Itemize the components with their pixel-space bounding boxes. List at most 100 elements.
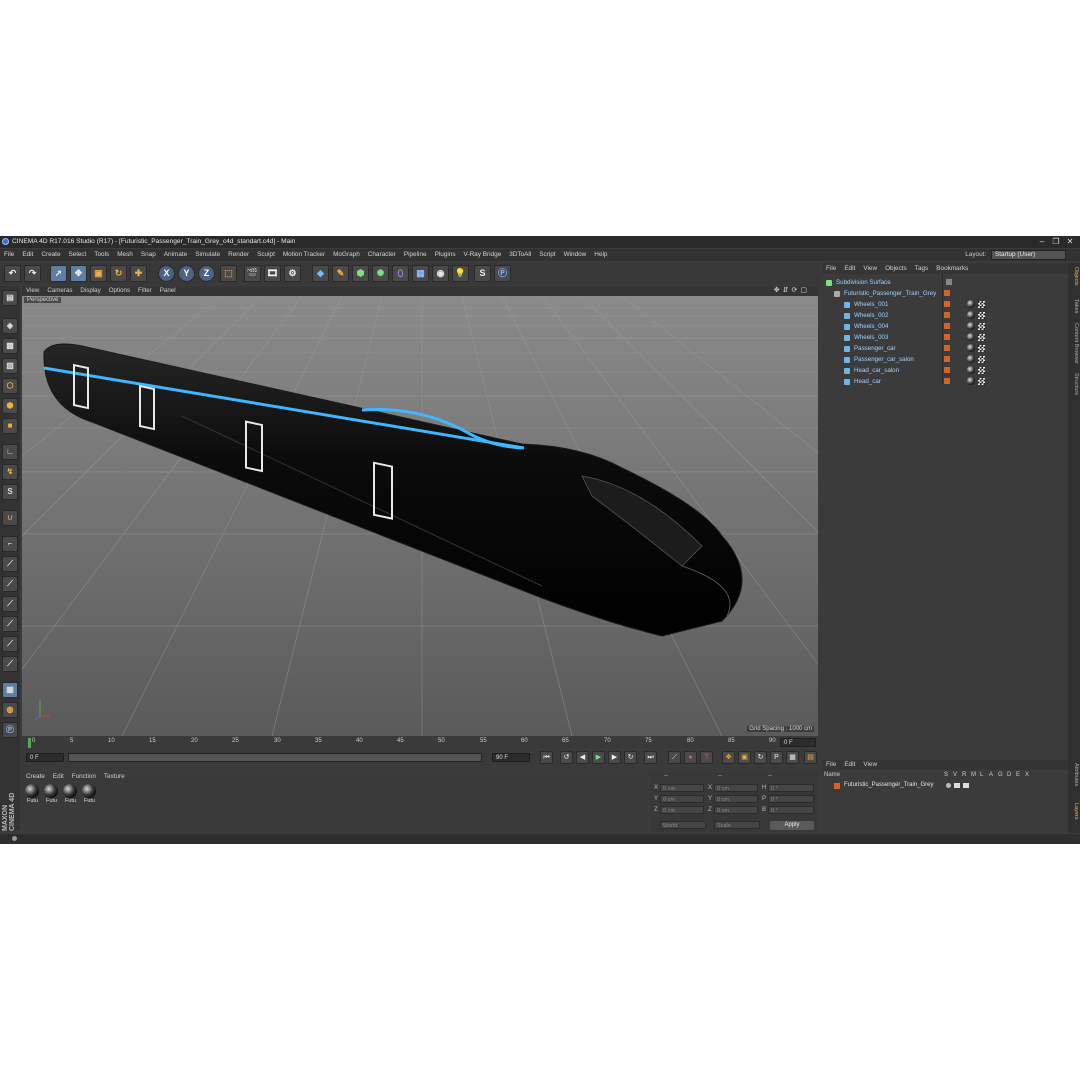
material-menu-create[interactable]: Create bbox=[22, 772, 49, 782]
object-row[interactable]: Futuristic_Passenger_Train_Grey bbox=[822, 288, 1068, 299]
layer-color-swatch[interactable] bbox=[944, 312, 950, 318]
layer-solo-icon[interactable] bbox=[946, 783, 951, 788]
uvw-tag-icon[interactable] bbox=[978, 367, 985, 374]
material-tag-icon[interactable] bbox=[967, 311, 975, 319]
object-menu-bookmarks[interactable]: Bookmarks bbox=[932, 263, 972, 274]
material-tag-icon[interactable] bbox=[967, 366, 975, 374]
material-menu-texture[interactable]: Texture bbox=[100, 772, 129, 782]
object-row[interactable]: Wheels_004 bbox=[822, 321, 1068, 332]
uvw-tag-icon[interactable] bbox=[978, 334, 985, 341]
uvw-tag-icon[interactable] bbox=[978, 301, 985, 308]
layer-menu-view[interactable]: View bbox=[859, 760, 881, 770]
autokey-icon[interactable]: ? bbox=[700, 751, 713, 764]
menu-snap[interactable]: Snap bbox=[137, 249, 160, 261]
model-mode-icon[interactable]: ◈ bbox=[2, 318, 18, 334]
points-mode-icon[interactable]: ⬡ bbox=[2, 378, 18, 394]
go-to-start-icon[interactable]: ⏮ bbox=[540, 751, 553, 764]
layer-color-swatch[interactable] bbox=[944, 356, 950, 362]
viewport-3d-scene[interactable] bbox=[22, 296, 818, 736]
camera-label[interactable]: Perspective bbox=[24, 297, 62, 303]
z-axis-lock-button[interactable]: Z bbox=[198, 265, 215, 282]
viewport-menu-display[interactable]: Display bbox=[76, 286, 104, 296]
object-menu-tags[interactable]: Tags bbox=[911, 263, 933, 274]
axis-mode-icon[interactable]: ∟ bbox=[2, 444, 18, 460]
rotate-tool-icon[interactable]: ↻ bbox=[110, 265, 127, 282]
layer-color-swatch[interactable] bbox=[944, 301, 950, 307]
material-tag-icon[interactable] bbox=[967, 300, 975, 308]
layer-color-swatch[interactable] bbox=[944, 378, 950, 384]
subdivision-surface-icon[interactable]: ⬢ bbox=[352, 265, 369, 282]
layer-color-swatch[interactable] bbox=[944, 367, 950, 373]
pen-spline-icon[interactable]: ✎ bbox=[332, 265, 349, 282]
tab-layers[interactable]: Layers bbox=[1069, 803, 1079, 820]
size-mode-dropdown[interactable]: Scale bbox=[714, 821, 760, 829]
menu-simulate[interactable]: Simulate bbox=[191, 249, 224, 261]
menu-render[interactable]: Render bbox=[224, 249, 253, 261]
object-menu-edit[interactable]: Edit bbox=[840, 263, 859, 274]
layer-render-icon[interactable] bbox=[963, 783, 969, 788]
tab-content-browser[interactable]: Content Browser bbox=[1069, 323, 1079, 364]
tab-objects[interactable]: Objects bbox=[1069, 267, 1079, 286]
sculpt-tool-3-icon[interactable]: ⟋ bbox=[2, 596, 18, 612]
polygons-mode-icon[interactable]: ■ bbox=[2, 418, 18, 434]
menu-window[interactable]: Window bbox=[560, 249, 591, 261]
layer-color-swatch[interactable] bbox=[944, 334, 950, 340]
menu-mograph[interactable]: MoGraph bbox=[329, 249, 364, 261]
uvw-tag-icon[interactable] bbox=[978, 378, 985, 385]
menu-plugins[interactable]: Plugins bbox=[431, 249, 460, 261]
tab-takes[interactable]: Takes bbox=[1069, 299, 1079, 313]
material-swatch[interactable]: Futu bbox=[62, 784, 79, 806]
deformer-icon[interactable]: ⬯ bbox=[392, 265, 409, 282]
menu-character[interactable]: Character bbox=[364, 249, 400, 261]
play-forward-icon[interactable]: ▶ bbox=[592, 751, 605, 764]
menu-edit[interactable]: Edit bbox=[18, 249, 37, 261]
size-x-field[interactable]: 0 cm bbox=[714, 784, 758, 792]
floor-icon[interactable]: ▦ bbox=[412, 265, 429, 282]
material-tag-icon[interactable] bbox=[967, 377, 975, 385]
coordinate-mode-dropdown[interactable]: World bbox=[660, 821, 706, 829]
magnet-icon[interactable]: ∪ bbox=[2, 510, 18, 526]
menu-tools[interactable]: Tools bbox=[90, 249, 113, 261]
menu-3dtoall[interactable]: 3DToAll bbox=[505, 249, 535, 261]
render-picture-viewer-icon[interactable]: 🎞 bbox=[264, 265, 281, 282]
material-menu-edit[interactable]: Edit bbox=[49, 772, 68, 782]
sculpt-tool-6-icon[interactable]: ⟋ bbox=[2, 656, 18, 672]
sculpt-tool-2-icon[interactable]: ⟋ bbox=[2, 576, 18, 592]
frame-range-slider[interactable] bbox=[68, 753, 482, 762]
layer-visible-icon[interactable] bbox=[954, 783, 960, 788]
visibility-toggle[interactable] bbox=[946, 279, 952, 285]
key-param-icon[interactable]: P bbox=[770, 751, 783, 764]
timeline-ruler[interactable]: 0 5 10 15 20 25 30 35 40 45 50 55 60 65 … bbox=[22, 738, 818, 748]
material-tag-icon[interactable] bbox=[967, 333, 975, 341]
undo-icon[interactable]: ↶ bbox=[4, 265, 21, 282]
previous-key-icon[interactable]: ↺ bbox=[560, 751, 573, 764]
rotation-p-field[interactable]: 0 ° bbox=[768, 795, 814, 803]
current-frame-field[interactable]: 0 F bbox=[780, 738, 816, 747]
playhead[interactable] bbox=[28, 738, 31, 748]
size-z-field[interactable]: 0 cm bbox=[714, 806, 758, 814]
record-active-icon[interactable]: ● bbox=[684, 751, 697, 764]
menu-script[interactable]: Script bbox=[535, 249, 559, 261]
make-editable-icon[interactable]: ▤ bbox=[2, 290, 18, 306]
redo-icon[interactable]: ↷ bbox=[24, 265, 41, 282]
layer-menu-edit[interactable]: Edit bbox=[840, 760, 859, 770]
viewport-menu-cameras[interactable]: Cameras bbox=[43, 286, 76, 296]
tweak-mode-icon[interactable]: ↯ bbox=[2, 464, 18, 480]
python-icon[interactable]: Ⓟ bbox=[494, 265, 511, 282]
next-frame-icon[interactable]: ▶ bbox=[608, 751, 621, 764]
object-row[interactable]: Passenger_car bbox=[822, 343, 1068, 354]
camera-icon[interactable]: ◉ bbox=[432, 265, 449, 282]
grid-toggle-icon[interactable]: ▦ bbox=[2, 682, 18, 698]
key-scale-icon[interactable]: ▣ bbox=[738, 751, 751, 764]
next-key-icon[interactable]: ↻ bbox=[624, 751, 637, 764]
coordinate-system-icon[interactable]: ⬚ bbox=[220, 265, 237, 282]
uvw-tag-icon[interactable] bbox=[978, 356, 985, 363]
brush-tool-icon[interactable]: ⌐ bbox=[2, 536, 18, 552]
viewport-panel[interactable]: View Cameras Display Options Filter Panel ✥⇵⟳… bbox=[22, 286, 818, 736]
cube-primitive-icon[interactable]: ◆ bbox=[312, 265, 329, 282]
material-menu-function[interactable]: Function bbox=[68, 772, 100, 782]
position-x-field[interactable]: 0 cm bbox=[660, 784, 704, 792]
material-swatch[interactable]: Futu bbox=[24, 784, 41, 806]
uvw-tag-icon[interactable] bbox=[978, 312, 985, 319]
render-settings-icon[interactable]: ⚙ bbox=[284, 265, 301, 282]
